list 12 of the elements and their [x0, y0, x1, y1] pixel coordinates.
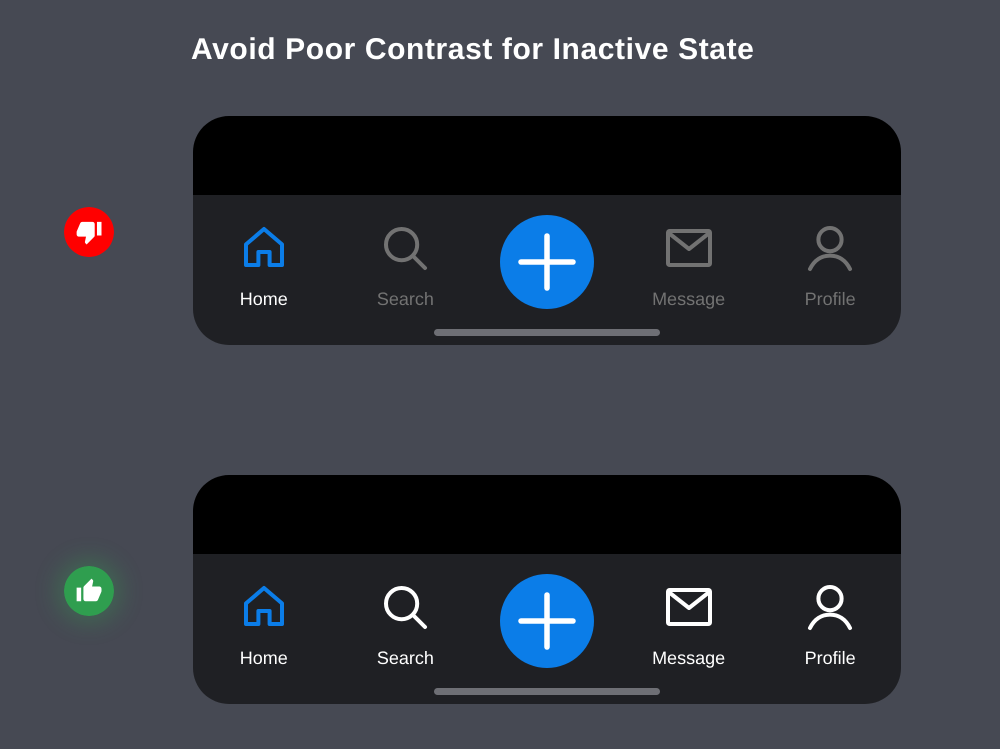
- tab-button[interactable]: Profile: [804, 583, 856, 669]
- plus-icon: [518, 592, 576, 650]
- search-icon: [381, 583, 430, 631]
- tab-button[interactable]: Home: [240, 583, 288, 669]
- page-title: Avoid Poor Contrast for Inactive State: [191, 33, 754, 67]
- tab-button[interactable]: Search: [376, 583, 434, 669]
- person-icon: [806, 224, 854, 272]
- person-icon: [806, 583, 854, 631]
- tab-button[interactable]: Message: [652, 583, 726, 669]
- search-icon: [381, 224, 430, 272]
- tab-button[interactable]: Home: [240, 224, 288, 310]
- plus-icon: [518, 233, 576, 291]
